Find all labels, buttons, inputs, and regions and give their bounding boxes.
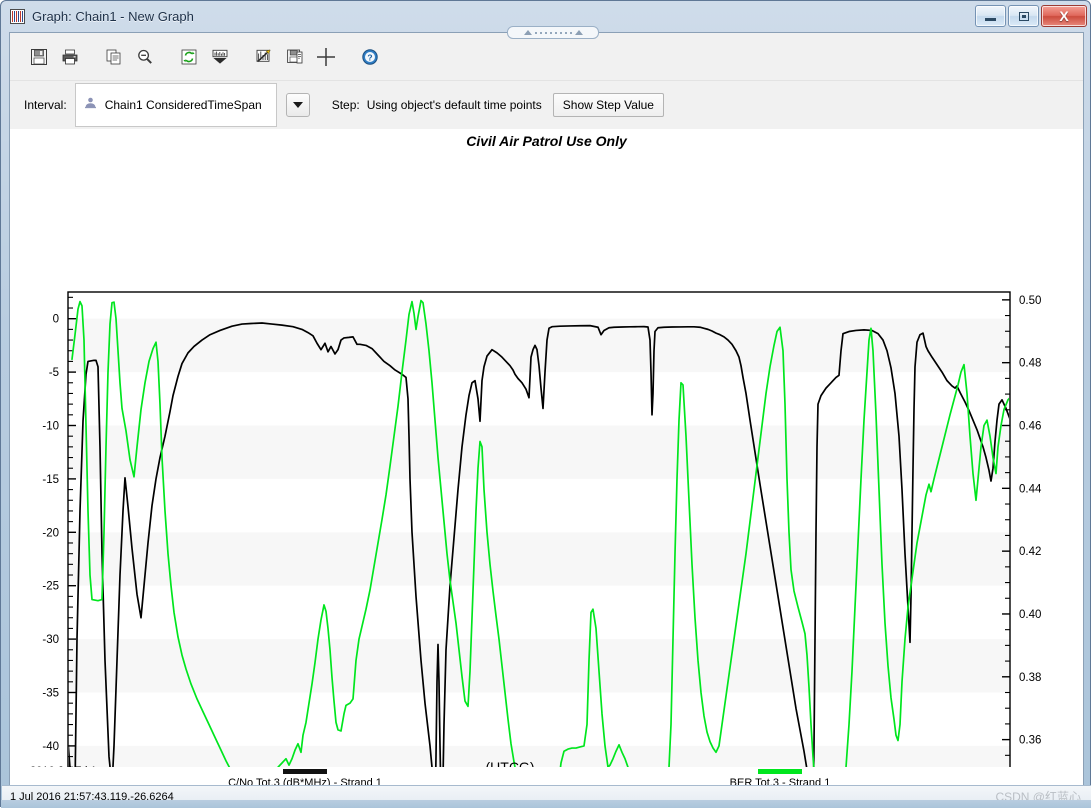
- y-axis-right-tick-label: 0.48: [1019, 358, 1041, 370]
- interval-label: Interval:: [24, 98, 67, 112]
- y-axis-right-tick-label: 0.44: [1019, 483, 1042, 495]
- y-axis-left-tick-label: -10: [42, 421, 59, 433]
- save-button[interactable]: [25, 44, 53, 70]
- minimize-button[interactable]: [975, 5, 1006, 27]
- window-title: Graph: Chain1 - New Graph: [32, 9, 194, 24]
- grip-dot: [569, 31, 572, 34]
- y-axis-left-tick-label: -15: [42, 474, 59, 486]
- main-toolbar: ?: [10, 26, 1083, 81]
- y-axis-left-tick-label: -25: [42, 581, 59, 593]
- y-axis-right-tick-label: 0.42: [1019, 546, 1041, 558]
- y-axis-left-tick-label: -40: [42, 741, 59, 753]
- legend-swatch-ber: [758, 769, 802, 774]
- show-step-value-label: Show Step Value: [562, 98, 654, 112]
- printer-icon: [62, 49, 78, 65]
- step-value-text: Using object's default time points: [366, 98, 542, 112]
- y-axis-left-tick-label: -5: [49, 367, 59, 379]
- interval-bar: Interval: Chain1 ConsideredTimeSpan Step…: [10, 81, 1083, 129]
- close-button[interactable]: X: [1041, 5, 1087, 27]
- add-button[interactable]: [312, 44, 340, 70]
- toolbar-grip[interactable]: [507, 26, 599, 39]
- chart-panel: Civil Air Patrol Use Only 0 -5 -10 -15 -20 -2…: [10, 129, 1083, 808]
- legend-swatch-cno: [283, 769, 327, 774]
- step-label: Step:: [331, 98, 360, 112]
- question-mark-icon: ?: [362, 49, 378, 65]
- clear-button[interactable]: [250, 44, 278, 70]
- grip-dot: [539, 31, 542, 34]
- grip-dot: [564, 31, 567, 34]
- refresh-arrows-icon: [181, 49, 197, 65]
- grip-dot: [534, 31, 537, 34]
- svg-text:?: ?: [367, 52, 372, 62]
- grip-dot: [554, 31, 557, 34]
- chevron-down-icon: [292, 102, 303, 108]
- show-step-value-button[interactable]: Show Step Value: [552, 93, 664, 117]
- chart-strikethrough-icon: [256, 49, 271, 63]
- download-data-button[interactable]: [206, 44, 234, 70]
- y-axis-right-tick-label: 0.40: [1019, 609, 1041, 621]
- window-controls: X: [975, 5, 1087, 27]
- interval-combo[interactable]: Chain1 ConsideredTimeSpan: [74, 82, 277, 127]
- person-icon: [84, 96, 97, 114]
- chart-download-icon: [212, 49, 228, 64]
- help-button[interactable]: ?: [356, 44, 384, 70]
- maximize-icon: [1018, 11, 1029, 21]
- y-axis-right-tick-label: 0.38: [1019, 672, 1041, 684]
- interval-selected-value: Chain1 ConsideredTimeSpan: [104, 97, 262, 112]
- copy-button[interactable]: [100, 44, 128, 70]
- y-axis-left-tick-label: -30: [42, 634, 59, 646]
- minimize-icon: [985, 18, 996, 21]
- save-as-button[interactable]: [281, 44, 309, 70]
- close-icon: X: [1059, 8, 1069, 24]
- interval-dropdown-button[interactable]: [285, 93, 310, 117]
- y-axis-left-tick-label: -35: [42, 688, 59, 700]
- graph-bars-icon: [10, 9, 25, 24]
- window-client-area: ? Interval: Chain1 ConsideredTimeSpan St…: [9, 26, 1084, 808]
- print-button[interactable]: [56, 44, 84, 70]
- zoom-out-button[interactable]: [131, 44, 159, 70]
- y-axis-left-tick-label: -20: [42, 527, 59, 539]
- plus-icon: [317, 48, 335, 66]
- maximize-button[interactable]: [1008, 5, 1039, 27]
- grip-right-triangle-icon: [574, 30, 583, 35]
- y-axis-right-tick-label: 0.50: [1019, 295, 1041, 307]
- floppy-disk-icon: [31, 49, 47, 65]
- y-axis-right-tick-label: 0.46: [1019, 421, 1041, 433]
- y-axis-right-tick-label: 0.36: [1019, 735, 1041, 747]
- grip-left-triangle-icon: [523, 30, 532, 35]
- plot-svg: 0-5-10-15-20-25-30-35-40-450.500.480.460…: [42, 291, 1042, 808]
- plot-area[interactable]: 0-5-10-15-20-25-30-35-40-450.500.480.460…: [10, 129, 1083, 808]
- grip-dot: [544, 31, 547, 34]
- copy-pages-icon: [106, 49, 121, 65]
- y-axis-left-tick-label: 0: [53, 314, 59, 326]
- graph-window: Graph: Chain1 - New Graph X ? Interval: …: [0, 0, 1091, 808]
- save-copy-icon: [287, 49, 303, 64]
- refresh-button[interactable]: [175, 44, 203, 70]
- grip-dot: [549, 31, 552, 34]
- magnifier-minus-icon: [138, 49, 152, 64]
- grip-dot: [559, 31, 562, 34]
